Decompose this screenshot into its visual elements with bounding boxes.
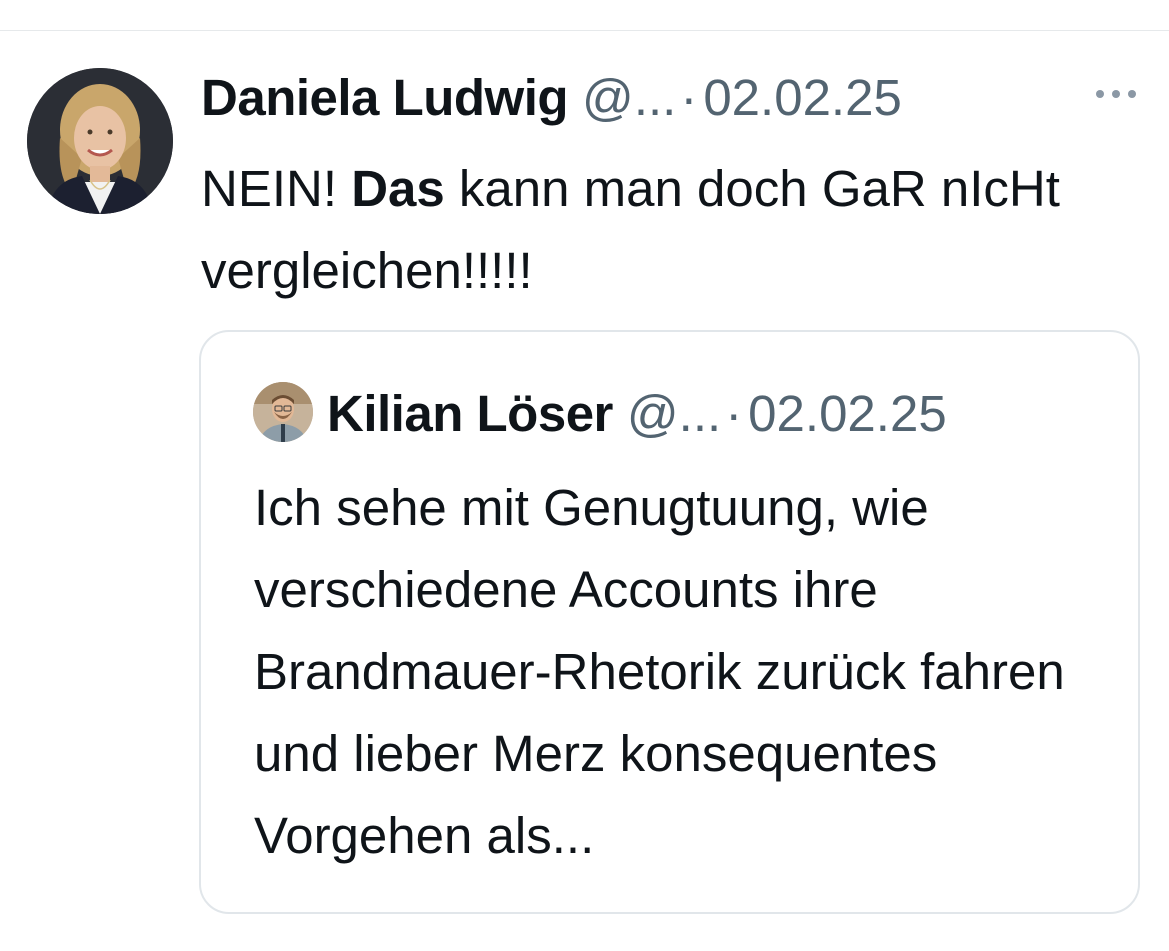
quoted-tweet-card[interactable]: Kilian Löser @... · 02.02.25 Ich sehe mi… [199, 330, 1140, 914]
quoted-separator-dot: · [725, 384, 743, 442]
more-horizontal-icon [1096, 90, 1136, 98]
quoted-tweet-text: Ich sehe mit Genugtuung, wie verschieden… [254, 479, 1065, 864]
tweet-header: Daniela Ludwig @... · 02.02.25 [201, 62, 902, 132]
author-handle[interactable]: @... [582, 68, 676, 127]
tweet-text-part1: NEIN! [201, 160, 352, 217]
quoted-tweet-header: Kilian Löser @... · 02.02.25 [327, 378, 947, 448]
separator-dot: · [680, 68, 698, 126]
quoted-tweet-date[interactable]: 02.02.25 [748, 384, 947, 443]
tweet-text-bold: Das [351, 160, 445, 217]
tweet-date[interactable]: 02.02.25 [703, 68, 902, 127]
quoted-author-avatar[interactable] [253, 382, 313, 442]
more-options-button[interactable] [1092, 84, 1140, 104]
tweet-text: NEIN! Das kann man doch GaR nIcHt vergle… [201, 148, 1121, 312]
quoted-author-handle[interactable]: @... [627, 384, 721, 443]
avatar-photo-icon [253, 382, 313, 442]
quoted-author-display-name[interactable]: Kilian Löser [327, 384, 613, 443]
author-display-name[interactable]: Daniela Ludwig [201, 68, 569, 127]
author-avatar[interactable] [27, 68, 173, 214]
avatar-photo-icon [27, 68, 173, 214]
top-divider [0, 30, 1169, 31]
